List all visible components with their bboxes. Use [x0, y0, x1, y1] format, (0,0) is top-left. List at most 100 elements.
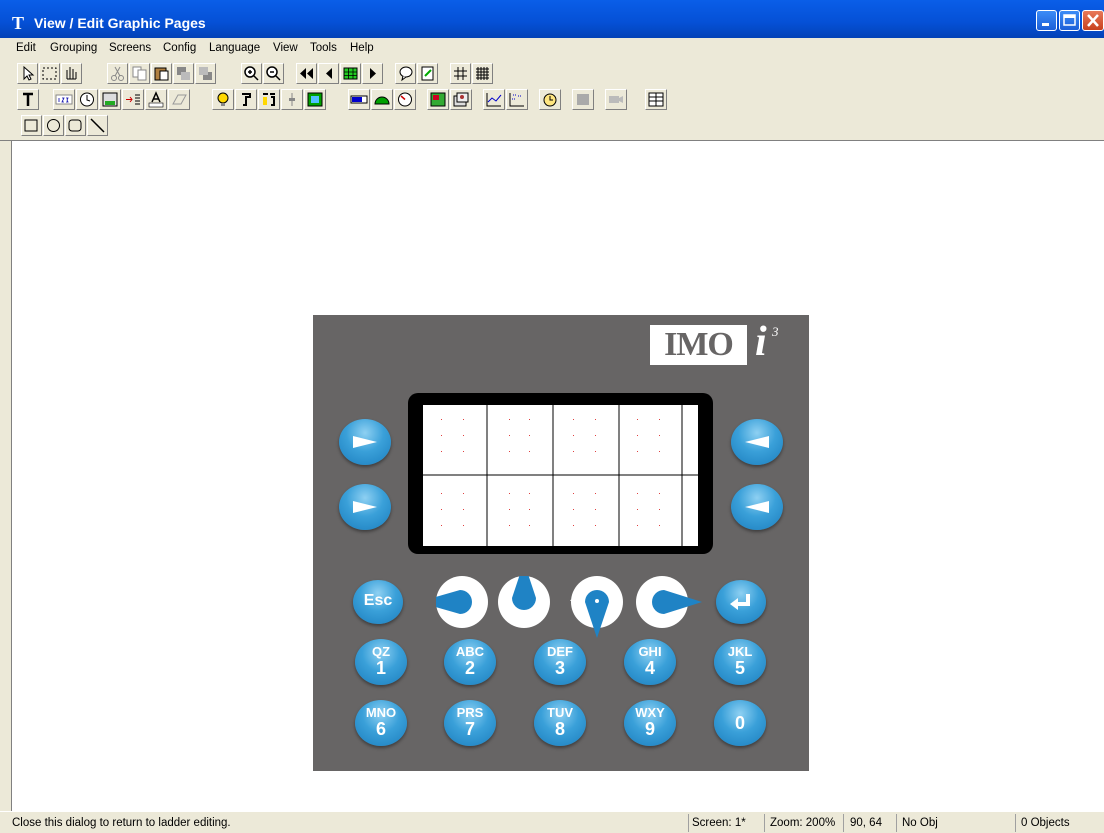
zoom-in-button[interactable]: [241, 63, 262, 84]
select-rect-button[interactable]: [39, 63, 60, 84]
gauge-tool-button[interactable]: [371, 89, 393, 110]
key-7[interactable]: PRS 7: [444, 700, 496, 746]
comment-button[interactable]: [395, 63, 416, 84]
camera-tool-button[interactable]: [605, 89, 627, 110]
left-arrow-key[interactable]: [418, 576, 488, 628]
key-9[interactable]: WXY 9: [624, 700, 676, 746]
esc-key[interactable]: Esc: [353, 580, 403, 624]
paste-button[interactable]: [151, 63, 172, 84]
rounded-rect-tool-button[interactable]: [65, 115, 86, 136]
left-function-key-1[interactable]: [339, 419, 391, 465]
clock-tool-button[interactable]: [76, 89, 98, 110]
edit-page-button[interactable]: [417, 63, 438, 84]
key-2[interactable]: ABC 2: [444, 639, 496, 685]
up-plusminus-key[interactable]: +/-: [498, 562, 582, 628]
eraser-icon: [172, 94, 187, 105]
first-page-button[interactable]: [296, 63, 317, 84]
text-tool-button[interactable]: [17, 89, 39, 110]
menu-screens[interactable]: Screens: [109, 42, 151, 54]
key-2-digit: 2: [464, 658, 475, 678]
password-tool-button[interactable]: [99, 89, 121, 110]
timer-tool-button[interactable]: [539, 89, 561, 110]
menu-config[interactable]: Config: [163, 42, 196, 54]
disabled-box-button[interactable]: [572, 89, 594, 110]
key-4-letters: GHI: [638, 644, 662, 659]
lcd-screen[interactable]: [423, 405, 698, 546]
text-box-button[interactable]: [145, 89, 167, 110]
right-function-key-1[interactable]: [731, 419, 783, 465]
xy-chart-tool-button[interactable]: [506, 89, 528, 110]
minimize-icon: [1042, 23, 1049, 26]
slider-tool-button[interactable]: [281, 89, 303, 110]
text-box-icon: [148, 91, 164, 108]
key-3[interactable]: DEF 3: [534, 639, 586, 685]
menu-edit[interactable]: Edit: [16, 42, 36, 54]
key-5-letters: JKL: [727, 644, 753, 659]
text-icon: [23, 92, 33, 106]
menu-tools[interactable]: Tools: [310, 42, 337, 54]
grid-button[interactable]: [450, 63, 471, 84]
prev-page-icon: [326, 68, 332, 79]
animation-tool-button[interactable]: [450, 89, 472, 110]
dial-tool-button[interactable]: [394, 89, 416, 110]
key-1[interactable]: QZ 1: [355, 639, 407, 685]
table-tool-button[interactable]: [645, 89, 667, 110]
switch-tool-button[interactable]: [235, 89, 257, 110]
down-arrow-key[interactable]: [571, 576, 623, 638]
menu-view[interactable]: View: [273, 42, 298, 54]
rectangle-icon: [24, 119, 38, 132]
first-page-icon: [300, 68, 313, 79]
hand-button[interactable]: [61, 63, 82, 84]
animation-icon: [453, 92, 469, 107]
numeric-tool-button[interactable]: [53, 89, 75, 110]
status-message: Close this dialog to return to ladder ed…: [12, 817, 231, 829]
logo-i: i: [755, 319, 767, 365]
left-function-key-2[interactable]: [339, 484, 391, 530]
enter-key[interactable]: [716, 580, 766, 624]
pointer-tool-button[interactable]: [17, 63, 38, 84]
minimize-button[interactable]: [1036, 10, 1057, 31]
key-8[interactable]: TUV 8: [534, 700, 586, 746]
key-6[interactable]: MNO 6: [355, 700, 407, 746]
fine-grid-icon: [476, 67, 489, 80]
arrow-right-icon: [652, 590, 702, 614]
fine-grid-button[interactable]: [472, 63, 493, 84]
bar-tool-button[interactable]: [348, 89, 370, 110]
key-0[interactable]: 0: [714, 700, 766, 746]
multi-switch-button[interactable]: [258, 89, 280, 110]
prev-page-button[interactable]: [318, 63, 339, 84]
bring-front-button[interactable]: [173, 63, 194, 84]
picture-tool-button[interactable]: [427, 89, 449, 110]
key-5[interactable]: JKL 5: [714, 639, 766, 685]
key-4[interactable]: GHI 4: [624, 639, 676, 685]
line-tool-button[interactable]: [87, 115, 108, 136]
bring-front-icon: [177, 67, 190, 80]
trend-tool-button[interactable]: [483, 89, 505, 110]
timer-icon: [543, 93, 557, 107]
menu-language[interactable]: Language: [209, 42, 260, 54]
close-button[interactable]: [1082, 10, 1104, 31]
bulb-tool-button[interactable]: [212, 89, 234, 110]
maximize-button[interactable]: [1059, 10, 1080, 31]
copy-button[interactable]: [129, 63, 150, 84]
page-list-button[interactable]: [340, 63, 361, 84]
eraser-button[interactable]: [168, 89, 190, 110]
key-4-digit: 4: [644, 658, 655, 678]
zoom-out-button[interactable]: [263, 63, 284, 84]
comment-icon: [399, 66, 413, 82]
imo-logo: IMO: [650, 325, 747, 365]
cut-button[interactable]: [107, 63, 128, 84]
next-page-button[interactable]: [362, 63, 383, 84]
right-function-key-2[interactable]: [731, 484, 783, 530]
arrow-right-icon: [353, 436, 377, 448]
title-bar[interactable]: T View / Edit Graphic Pages: [0, 0, 1104, 38]
send-back-button[interactable]: [195, 63, 216, 84]
list-tool-button[interactable]: [122, 89, 144, 110]
right-arrow-key[interactable]: [636, 576, 702, 628]
menu-grouping[interactable]: Grouping: [50, 42, 97, 54]
bitmap-tool-button[interactable]: [304, 89, 326, 110]
circle-tool-button[interactable]: [43, 115, 64, 136]
rectangle-tool-button[interactable]: [21, 115, 42, 136]
menu-help[interactable]: Help: [350, 42, 374, 54]
key-3-letters: DEF: [547, 644, 573, 659]
